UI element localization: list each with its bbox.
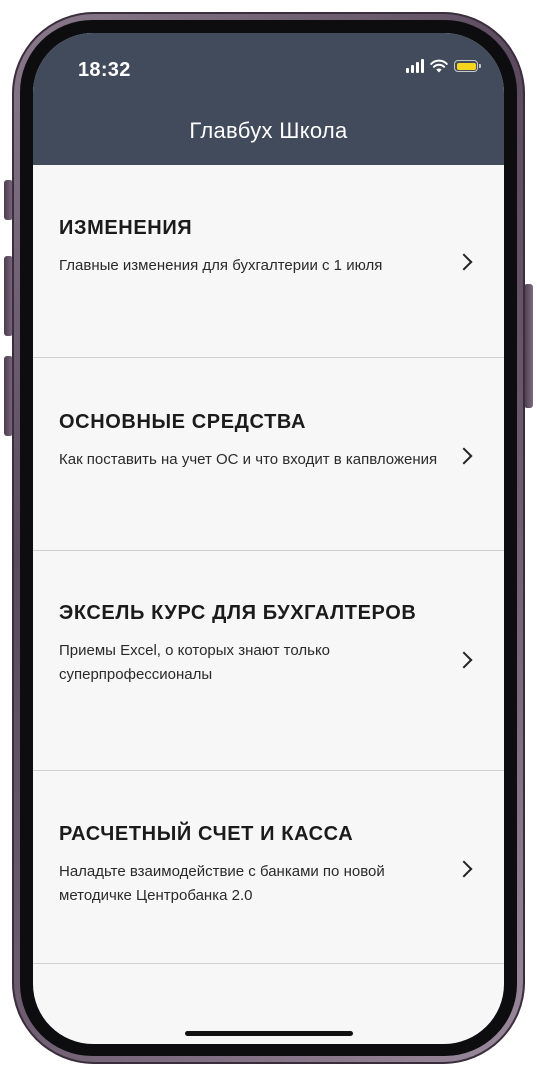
course-item-excel-kurs[interactable]: ЭКСЕЛЬ КУРС ДЛЯ БУХГАЛТЕРОВ Приемы Excel… <box>33 551 504 771</box>
course-title: ЭКСЕЛЬ КУРС ДЛЯ БУХГАЛТЕРОВ <box>59 602 417 624</box>
app-title: Главбух Школа <box>189 118 348 143</box>
course-title: ИЗМЕНЕНИЯ <box>59 217 193 239</box>
chevron-right-icon <box>455 253 473 271</box>
power-button <box>524 284 533 408</box>
course-description: Наладьте взаимодействие с банками по нов… <box>59 863 385 904</box>
app-header: 18:32 Главбух Школа <box>33 33 504 165</box>
course-item-izmeneniya[interactable]: ИЗМЕНЕНИЯ Главные изменения для бухгалте… <box>33 165 504 358</box>
course-item-osnovnye-sredstva[interactable]: ОСНОВНЫЕ СРЕДСТВА Как поставить на учет … <box>33 358 504 551</box>
battery-level <box>456 62 476 70</box>
chevron-right-icon <box>455 860 473 878</box>
course-description: Главные изменения для бухгалтерии с 1 ию… <box>59 257 383 274</box>
chevron-right-icon <box>455 651 473 669</box>
cellular-signal-icon <box>406 59 424 73</box>
status-time: 18:32 <box>78 59 131 81</box>
battery-icon <box>454 60 481 72</box>
course-description: Как поставить на учет ОС и что входит в … <box>59 451 438 468</box>
phone-screen: 18:32 Главбух Школа ИЗМЕНЕНИЯ Главные из… <box>33 33 504 1044</box>
status-icons <box>406 59 481 73</box>
course-description: Приемы Excel, о которых знают только суп… <box>59 642 331 683</box>
device-mockup: 18:32 Главбух Школа ИЗМЕНЕНИЯ Главные из… <box>0 0 537 1076</box>
course-list: ИЗМЕНЕНИЯ Главные изменения для бухгалте… <box>33 165 504 964</box>
chevron-right-icon <box>455 447 473 465</box>
wifi-icon <box>430 59 448 73</box>
course-title: ОСНОВНЫЕ СРЕДСТВА <box>59 411 306 433</box>
course-item-raschetnyy-schet[interactable]: РАСЧЕТНЫЙ СЧЕТ И КАССА Наладьте взаимоде… <box>33 771 504 964</box>
course-title: РАСЧЕТНЫЙ СЧЕТ И КАССА <box>59 823 354 845</box>
home-indicator[interactable] <box>185 1031 353 1036</box>
